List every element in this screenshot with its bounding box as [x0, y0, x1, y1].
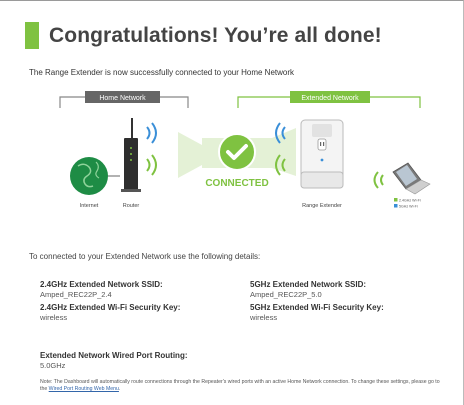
internet-label: Internet: [80, 203, 99, 209]
routing-note: Note: The Dashboard will automatically r…: [40, 379, 440, 393]
connected-check-icon: [218, 133, 256, 171]
router-label: Router: [123, 203, 140, 209]
key-24-field: 2.4GHz Extended Wi-Fi Security Key: wire…: [40, 303, 180, 322]
note-suffix: .: [118, 386, 121, 392]
routing-field: Extended Network Wired Port Routing: 5.0…: [40, 351, 188, 370]
wired-port-routing-link[interactable]: Wired Port Routing Web Menu: [49, 386, 119, 392]
signal-band-left: [178, 132, 202, 178]
ssid-24-field: 2.4GHz Extended Network SSID: Amped_REC2…: [40, 280, 163, 299]
key-5-label: 5GHz Extended Wi-Fi Security Key:: [250, 303, 384, 312]
legend-5ghz-swatch: [394, 204, 398, 208]
key-5-field: 5GHz Extended Wi-Fi Security Key: wirele…: [250, 303, 384, 322]
network-diagram: Home Network Extended Network Internet R…: [59, 91, 431, 209]
ssid-5-value: Amped_REC22P_5.0: [250, 290, 322, 299]
range-extender-icon: [300, 119, 344, 189]
legend-5ghz: 5GHz Wi-Fi: [399, 205, 418, 209]
extended-network-bracket: Extended Network: [237, 91, 421, 108]
connected-status: CONNECTED: [205, 178, 268, 189]
extended-network-label: Extended Network: [301, 95, 359, 102]
routing-value: 5.0GHz: [40, 361, 66, 370]
router-wifi-24ghz-icon: [146, 154, 157, 176]
ssid-24-value: Amped_REC22P_2.4: [40, 290, 112, 299]
routing-label: Extended Network Wired Port Routing:: [40, 351, 188, 360]
band-legend: 2.4GHz Wi-Fi 5GHz Wi-Fi: [394, 198, 421, 209]
laptop-wifi-icon: [373, 171, 384, 189]
router-icon: [121, 118, 141, 192]
key-5-value: wireless: [250, 313, 278, 322]
range-extender-label: Range Extender: [302, 203, 342, 209]
home-network-bracket: Home Network: [59, 91, 189, 108]
ssid-5-field: 5GHz Extended Network SSID: Amped_REC22P…: [250, 280, 366, 299]
router-wifi-5ghz-icon: [146, 122, 157, 144]
home-network-label: Home Network: [99, 95, 146, 102]
legend-24ghz-swatch: [394, 198, 398, 202]
details-intro: To connected to your Extended Network us…: [29, 252, 261, 261]
ssid-5-label: 5GHz Extended Network SSID:: [250, 280, 367, 289]
laptop-icon: [392, 162, 431, 195]
legend-24ghz: 2.4GHz Wi-Fi: [399, 199, 421, 203]
key-24-label: 2.4GHz Extended Wi-Fi Security Key:: [40, 303, 181, 312]
globe-icon: [70, 157, 108, 195]
ssid-24-label: 2.4GHz Extended Network SSID:: [40, 280, 163, 289]
key-24-value: wireless: [40, 313, 68, 322]
